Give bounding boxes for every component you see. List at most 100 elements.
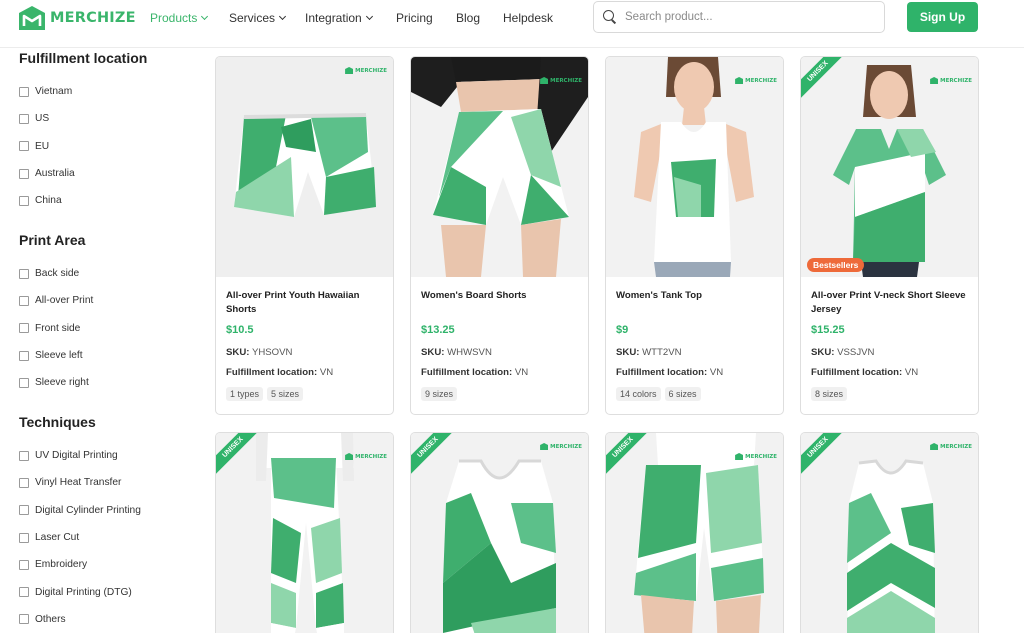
filter-option-label: EU — [35, 140, 50, 152]
product-image[interactable]: UNISEX MERCHIZE — [411, 433, 588, 633]
filter-option[interactable]: Front side — [19, 315, 93, 342]
product-image[interactable]: MERCHIZE — [216, 57, 393, 277]
filter-option-label: China — [35, 195, 62, 207]
nav-pricing[interactable]: Pricing — [396, 11, 456, 25]
checkbox[interactable] — [19, 86, 29, 97]
checkbox[interactable] — [19, 323, 29, 334]
filter-option[interactable]: Back side — [19, 260, 93, 287]
checkbox[interactable] — [19, 477, 29, 488]
filter-title: Techniques — [19, 414, 96, 430]
joggers-image — [216, 433, 393, 633]
nav-blog[interactable]: Blog — [456, 11, 503, 25]
product-location: Fulfillment location: VN — [421, 367, 528, 378]
filter-option[interactable]: All-over Print — [19, 287, 93, 314]
product-card[interactable]: UNISEX MERCHIZE — [215, 432, 394, 633]
product-name[interactable]: All-over Print V-neck Short Sleeve Jerse… — [811, 289, 969, 316]
product-location: Fulfillment location: VN — [616, 367, 723, 378]
filter-option-label: Back side — [35, 268, 80, 280]
filter-option-label: Vietnam — [35, 86, 73, 98]
product-card[interactable]: MERCHIZE All-over Print Youth Hawaiian S… — [215, 56, 394, 415]
location-label: Fulfillment location: — [421, 367, 513, 378]
filter-option[interactable]: Digital Printing (DTG) — [19, 578, 141, 605]
search-box[interactable] — [593, 1, 885, 33]
tank-jersey-image — [801, 433, 978, 633]
watermark: MERCHIZE — [930, 443, 972, 450]
product-image[interactable]: UNISEX MERCHIZE — [801, 433, 978, 633]
filter-option[interactable]: Sleeve left — [19, 342, 93, 369]
nav-products[interactable]: Products — [150, 11, 229, 25]
filter-option-label: Laser Cut — [35, 532, 80, 544]
tag-sizes: 8 sizes — [811, 387, 848, 401]
product-card[interactable]: MERCHIZE Women's Tank Top $9 SKU: WTT2VN… — [605, 56, 784, 415]
product-tags: 8 sizes — [811, 387, 848, 401]
nav-helpdesk[interactable]: Helpdesk — [503, 11, 563, 25]
checkbox[interactable] — [19, 450, 29, 461]
filter-option[interactable]: Vietnam — [19, 78, 147, 105]
checkbox[interactable] — [19, 377, 29, 388]
checkbox[interactable] — [19, 532, 29, 543]
product-card[interactable]: UNISEX MERCHIZE — [800, 432, 979, 633]
product-card[interactable]: UNISEX MERCHIZE — [410, 432, 589, 633]
product-card[interactable]: UNISEX MERCHIZE Bestsellers All-over Pri… — [800, 56, 979, 415]
merchize-mark-icon — [540, 77, 549, 84]
filter-option[interactable]: Laser Cut — [19, 524, 141, 551]
filter-group-print-area: Print Area Back side All-over Print Fron… — [19, 230, 93, 396]
product-image[interactable]: MERCHIZE — [411, 57, 588, 277]
filter-group-techniques: Techniques UV Digital Printing Vinyl Hea… — [19, 412, 141, 633]
product-image[interactable]: MERCHIZE — [606, 57, 783, 277]
merchize-mark-icon — [345, 67, 354, 74]
checkbox[interactable] — [19, 614, 29, 625]
tag-types: 1 types — [226, 387, 264, 401]
filter-option[interactable]: Australia — [19, 160, 147, 187]
sign-up-button[interactable]: Sign Up — [907, 2, 978, 32]
sku-label: SKU: — [421, 347, 445, 358]
merchize-mark-icon — [735, 77, 744, 84]
product-image[interactable]: UNISEX MERCHIZE Bestsellers — [801, 57, 978, 277]
product-name[interactable]: Women's Tank Top — [616, 289, 774, 303]
filter-option-label: Sleeve right — [35, 377, 89, 389]
filter-option[interactable]: US — [19, 105, 147, 132]
nav-services[interactable]: Services — [229, 11, 305, 25]
product-tags: 1 types 5 sizes — [226, 387, 304, 401]
product-card[interactable]: MERCHIZE Women's Board Shorts $13.25 SKU… — [410, 56, 589, 415]
merchize-logo[interactable]: MERCHIZE — [18, 5, 136, 31]
checkbox[interactable] — [19, 505, 29, 516]
filter-option[interactable]: UV Digital Printing — [19, 442, 141, 469]
filter-option-label: Embroidery — [35, 559, 88, 571]
checkbox[interactable] — [19, 295, 29, 306]
location-value: VN — [514, 367, 529, 378]
checkbox[interactable] — [19, 195, 29, 206]
checkbox[interactable] — [19, 141, 29, 152]
checkbox[interactable] — [19, 350, 29, 361]
checkbox[interactable] — [19, 559, 29, 570]
watermark: MERCHIZE — [540, 443, 582, 450]
checkbox[interactable] — [19, 113, 29, 124]
nav-integration[interactable]: Integration — [305, 11, 396, 25]
search-input[interactable] — [625, 11, 865, 23]
filter-option[interactable]: China — [19, 187, 147, 214]
merchize-mark-icon — [735, 453, 744, 460]
filter-option[interactable]: Others — [19, 606, 141, 633]
filter-option[interactable]: Sleeve right — [19, 369, 93, 396]
product-image[interactable]: UNISEX MERCHIZE — [216, 433, 393, 633]
vneck-jersey-image — [801, 57, 978, 277]
chevron-down-icon — [201, 12, 209, 21]
checkbox[interactable] — [19, 587, 29, 598]
checkbox[interactable] — [19, 268, 29, 279]
filter-option[interactable]: Digital Cylinder Printing — [19, 497, 141, 524]
product-name[interactable]: All-over Print Youth Hawaiian Shorts — [226, 289, 384, 316]
watermark-text: MERCHIZE — [355, 453, 387, 460]
filter-option[interactable]: Embroidery — [19, 551, 141, 578]
watermark-text: MERCHIZE — [940, 77, 972, 84]
location-value: VN — [904, 367, 919, 378]
product-card[interactable]: UNISEX MERCHIZE — [605, 432, 784, 633]
checkbox[interactable] — [19, 168, 29, 179]
product-name[interactable]: Women's Board Shorts — [421, 289, 579, 303]
sku-label: SKU: — [226, 347, 250, 358]
nav-integration-label: Integration — [305, 11, 362, 25]
nav-pricing-label: Pricing — [396, 11, 433, 25]
filter-option[interactable]: Vinyl Heat Transfer — [19, 469, 141, 496]
product-image[interactable]: UNISEX MERCHIZE — [606, 433, 783, 633]
tag-sizes: 6 sizes — [664, 387, 701, 401]
filter-option[interactable]: EU — [19, 133, 147, 160]
